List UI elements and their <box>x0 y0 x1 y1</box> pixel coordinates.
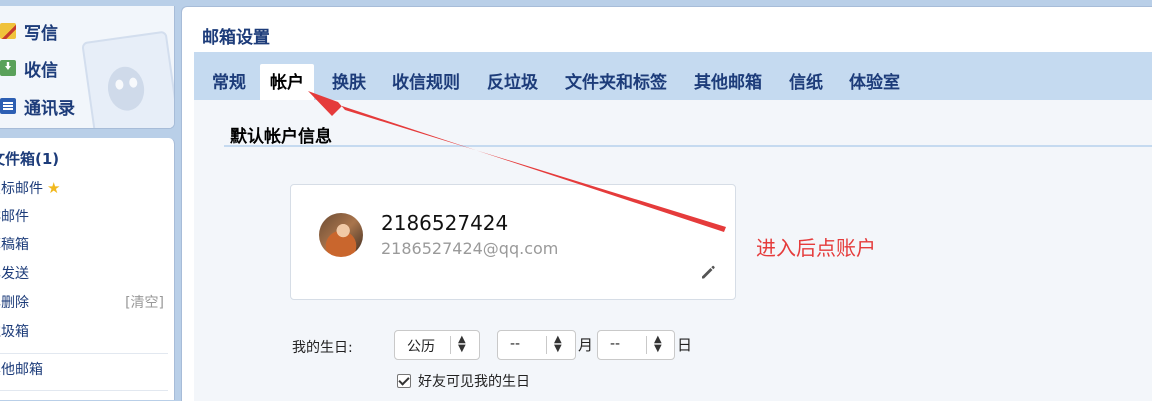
section-title: 默认帐户信息 <box>230 127 332 147</box>
settings-tabbar: 常规 帐户 换肤 收信规则 反垃圾 文件夹和标签 其他邮箱 信纸 体验室 <box>194 52 1152 100</box>
folder-list: 文件箱(1) 星标邮件★ 群邮件 草稿箱 已发送 已删除 [清空] 垃圾箱 其他… <box>0 138 175 400</box>
folder-divider <box>0 353 168 354</box>
account-email: 2186527424@qq.com <box>381 239 559 258</box>
birthday-label: 我的生日: <box>292 340 353 356</box>
tab-general[interactable]: 常规 <box>202 64 256 100</box>
tab-stationery[interactable]: 信纸 <box>779 64 833 100</box>
avatar[interactable] <box>319 213 363 257</box>
folder-label: 其他邮箱 <box>0 362 43 378</box>
tab-account[interactable]: 帐户 <box>260 64 314 100</box>
birth-month-select[interactable]: -- ▲ ▼ <box>497 330 576 360</box>
birthday-visibility-row: 好友可见我的生日 <box>397 372 530 390</box>
calendar-type-select[interactable]: 公历 ▲ ▼ <box>394 330 480 360</box>
tab-inbox-rules[interactable]: 收信规则 <box>382 64 470 100</box>
annotation-text: 进入后点账户 <box>756 236 876 260</box>
empty-trash-link[interactable]: [清空] <box>125 292 164 314</box>
birth-month-value: -- <box>510 336 521 352</box>
folder-label: 草稿箱 <box>0 237 29 253</box>
account-card: 2186527424 2186527424@qq.com <box>290 184 736 300</box>
folder-item-other-mailboxes[interactable]: 其他邮箱 <box>0 359 161 381</box>
tab-other-mailboxes[interactable]: 其他邮箱 <box>684 64 772 100</box>
sidebar-actions-panel: 写信 收信 通讯录 <box>0 6 175 129</box>
folder-label: 星标邮件 <box>0 181 43 197</box>
folder-item-files[interactable]: 文件箱(1) <box>0 148 164 170</box>
folder-label: 已删除 <box>0 295 29 311</box>
folder-item-deleted[interactable]: 已删除 [清空] <box>0 292 174 314</box>
section-divider <box>224 145 1152 147</box>
contacts-icon <box>0 98 16 114</box>
select-arrows-icon: ▲ ▼ <box>458 334 466 354</box>
birth-day-value: -- <box>610 336 621 352</box>
inbox-label: 收信 <box>24 60 58 81</box>
day-unit-label: 日 <box>677 336 693 354</box>
folder-item-spam[interactable]: 垃圾箱 <box>0 321 161 343</box>
compose-label: 写信 <box>24 23 58 44</box>
star-icon: ★ <box>47 179 61 197</box>
inbox-icon <box>0 60 16 76</box>
tab-lab[interactable]: 体验室 <box>839 64 910 100</box>
birthday-visible-label: 好友可见我的生日 <box>418 374 530 390</box>
folder-label: 文件箱(1) <box>0 150 60 168</box>
tab-folders-labels[interactable]: 文件夹和标签 <box>555 64 677 100</box>
contacts-label: 通讯录 <box>24 98 75 119</box>
folder-divider <box>0 390 168 391</box>
pencil-icon <box>0 23 16 39</box>
month-unit-label: 月 <box>578 336 594 354</box>
birthday-visible-checkbox[interactable] <box>397 374 411 388</box>
birth-day-select[interactable]: -- ▲ ▼ <box>597 330 675 360</box>
qq-penguin-stamp-icon <box>81 30 174 128</box>
calendar-type-value: 公历 <box>407 339 435 355</box>
compose-button[interactable]: 写信 <box>0 17 58 45</box>
folder-item-drafts[interactable]: 草稿箱 <box>0 234 161 256</box>
select-arrows-icon: ▲ ▼ <box>554 334 562 354</box>
sidebar: 写信 收信 通讯录 文件箱(1) 星标邮件★ 群邮件 草稿箱 已发送 已删除 [… <box>0 0 176 400</box>
page-title: 邮箱设置 <box>202 28 270 48</box>
pencil-edit-icon[interactable] <box>699 263 717 281</box>
account-name: 2186527424 <box>381 211 509 235</box>
folder-item-starred[interactable]: 星标邮件★ <box>0 177 161 199</box>
contacts-button[interactable]: 通讯录 <box>0 92 75 120</box>
folder-label: 群邮件 <box>0 209 29 225</box>
folder-item-sent[interactable]: 已发送 <box>0 263 161 285</box>
folder-item-group[interactable]: 群邮件 <box>0 206 161 228</box>
tab-skin[interactable]: 换肤 <box>322 64 376 100</box>
select-arrows-icon: ▲ ▼ <box>654 334 662 354</box>
folder-label: 垃圾箱 <box>0 324 29 340</box>
folder-label: 已发送 <box>0 266 29 282</box>
inbox-button[interactable]: 收信 <box>0 54 58 82</box>
tab-anti-spam[interactable]: 反垃圾 <box>477 64 548 100</box>
